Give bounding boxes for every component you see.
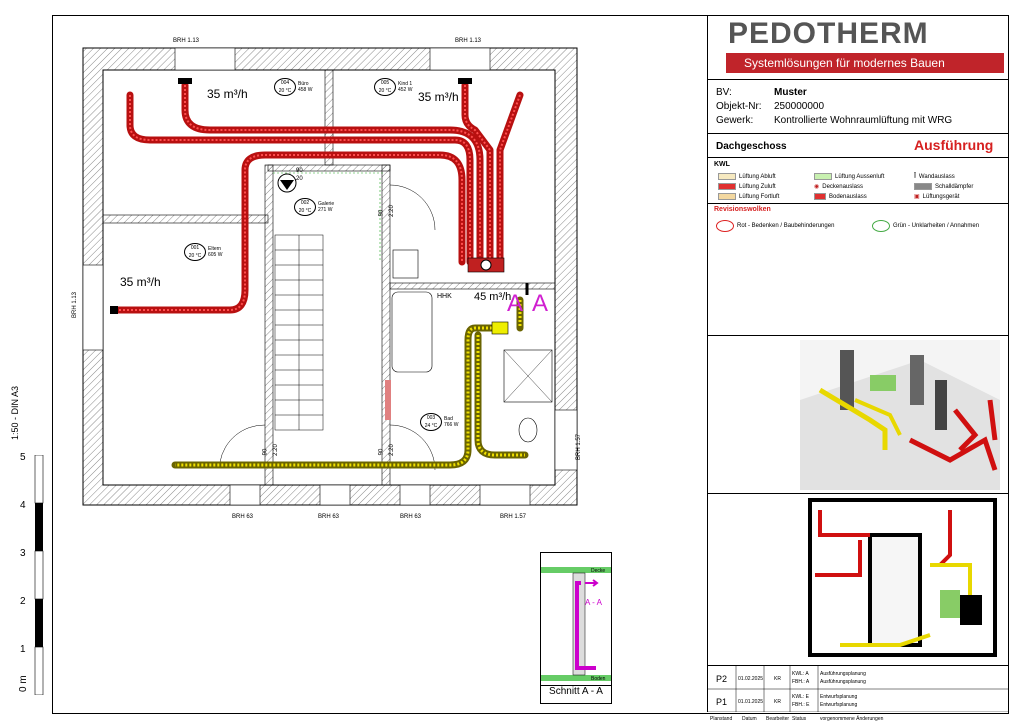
objekt-value: 250000000: [774, 101, 825, 112]
revision-title: Revisionswolken: [714, 206, 771, 213]
scale-bar: [34, 455, 44, 695]
section-top-label: Decke: [591, 568, 606, 574]
scale-tick: 2: [20, 596, 26, 607]
legend-swatch: [814, 173, 832, 180]
section-cut-label: A - A: [585, 598, 602, 607]
legend-schalldaempfer: Schalldämpfer: [914, 183, 973, 190]
door-label: 90: [378, 448, 385, 456]
ceiling-outlet-icon: ◉: [814, 184, 820, 190]
legend-bodenauslass: Bodenauslass: [814, 193, 867, 200]
rev-header: vorgenommene Änderungen: [820, 716, 884, 722]
room-tag: 004 20 °C Büro 458 W: [274, 78, 312, 96]
rev-header: Bearbeiter: [766, 716, 790, 722]
3d-view-top: [800, 340, 1000, 490]
brh-label: BRH 63: [318, 514, 340, 520]
brh-label: BRH 1.57: [576, 433, 582, 460]
section-mark: A: [532, 290, 549, 317]
title-block: PEDOTHERM Systemlösungen für modernes Ba…: [707, 15, 1008, 722]
revision-green: Grün - Unklarheiten / Annahmen: [872, 220, 979, 232]
section-bottom-label: Boden: [591, 676, 606, 682]
legend-aussenluft: Lüftung Aussenluft: [814, 173, 884, 180]
rev-header: Status: [792, 716, 807, 722]
airflow-label: 35 m³/h: [418, 90, 459, 104]
3d-view-bottom: [800, 495, 1000, 660]
bv-value: Muster: [774, 87, 807, 98]
scale-tick: 0 m: [18, 675, 29, 692]
room-tag: 001 20 °C Eltern 605 W: [184, 243, 222, 261]
legend-fortluft: Lüftung Fortluft: [718, 193, 779, 200]
rev-header: Planstand: [710, 716, 733, 722]
gewerk-value: Kontrollierte Wohnraumlüftung mit WRG: [774, 115, 953, 126]
floor-name: Dachgeschoss: [716, 141, 787, 152]
objekt-label: Objekt-Nr:: [716, 101, 762, 112]
legend-lueftungsgeraet: ▣ Lüftungsgerät: [914, 193, 960, 201]
legend-zuluft: Lüftung Zuluft: [718, 183, 776, 190]
plan-status: Ausführung: [914, 137, 994, 153]
room-tag: 005 20 °C Kind 1 452 W: [374, 78, 412, 96]
green-cloud-icon: [872, 220, 890, 232]
legend-swatch: [718, 173, 736, 180]
gewerk-label: Gewerk:: [716, 115, 754, 126]
door-label: 90: [262, 448, 269, 456]
legend-wandauslass: ⫿ Wandauslass: [914, 173, 955, 180]
room-tag: 002 20 °C Galerie 271 W: [294, 198, 334, 216]
airflow-label: 35 m³/h: [207, 87, 248, 101]
hhk-label: HHK: [437, 293, 452, 300]
airflow-label: 35 m³/h: [120, 275, 161, 289]
brh-label: BRH 63: [400, 514, 422, 520]
airflow-label: 45 m³/h: [474, 291, 512, 303]
legend-title: KWL: [714, 161, 730, 168]
brh-label: BRH 1.13: [455, 38, 482, 44]
legend-deckenauslass: ◉ Deckenauslass: [814, 183, 863, 191]
section-title: Schnitt A - A: [541, 685, 611, 697]
brh-label: BRH 1.13: [173, 38, 200, 44]
scale-tick: 1: [20, 644, 26, 655]
red-cloud-icon: [716, 220, 734, 232]
room-tag: 003 24 °C Bad 766 W: [420, 413, 458, 431]
door-label: 20: [296, 176, 303, 182]
legend-swatch: [718, 193, 736, 200]
revision-red: Rot - Bedenken / Baubehinderungen: [716, 220, 834, 232]
door-label: 90: [378, 209, 385, 217]
door-label: 2.20: [272, 444, 279, 456]
door-label: 2.20: [388, 205, 395, 217]
company-logo: PEDOTHERM: [728, 17, 929, 50]
legend-swatch: [814, 193, 826, 200]
scale-tick: 3: [20, 548, 26, 559]
brh-label: BRH 1.13: [72, 291, 78, 318]
legend-swatch: [914, 183, 932, 190]
brh-label: BRH 1.57: [500, 514, 527, 520]
company-slogan: Systemlösungen für modernes Bauen: [726, 53, 1004, 73]
scale-tick: 4: [20, 500, 26, 511]
scale-text: 1:50 - DIN A3: [10, 385, 20, 440]
section-mark: A: [507, 290, 524, 317]
unit-icon: ▣: [914, 194, 920, 200]
door-label: 90: [296, 168, 303, 174]
legend-abluft: Lüftung Abluft: [718, 173, 776, 180]
rev-header: Datum: [742, 716, 757, 722]
legend-swatch: [718, 183, 736, 190]
scale-tick: 5: [20, 452, 26, 463]
bv-label: BV:: [716, 87, 732, 98]
section-box: Decke Boden A - A Schnitt A - A: [540, 552, 612, 704]
door-label: 2.20: [388, 444, 395, 456]
outlet-icon: ⫿: [914, 173, 916, 179]
brh-label: BRH 63: [232, 514, 254, 520]
